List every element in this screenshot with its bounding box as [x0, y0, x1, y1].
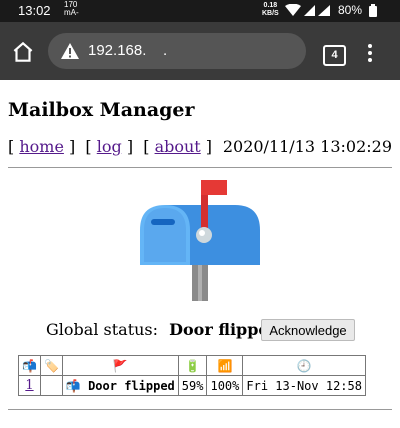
- nav-log-link[interactable]: log: [97, 137, 122, 156]
- table-header-row: 📬 🏷️ 🚩 🔋 📶 🕘: [18, 355, 366, 376]
- battery-header-icon: 🔋: [177, 355, 208, 376]
- tab-switcher-button[interactable]: 4: [323, 45, 346, 66]
- network-speed: 0.18 KB/S: [262, 2, 279, 18]
- charging-current-unit: mA-: [64, 8, 79, 17]
- menu-icon[interactable]: [365, 42, 375, 64]
- signal-header-icon: 📶: [206, 355, 244, 376]
- device-id-link[interactable]: 1: [25, 378, 33, 393]
- flag-header-icon: 🚩: [61, 355, 179, 376]
- device-battery-cell: 59%: [177, 375, 208, 396]
- network-speed-value: 0.18: [263, 2, 278, 9]
- device-id-cell: 1: [18, 375, 41, 396]
- browser-toolbar: 192.168. . 4: [0, 22, 400, 80]
- status-time: 13:02: [18, 3, 51, 18]
- address-bar[interactable]: 192.168. .: [48, 33, 306, 69]
- divider: [8, 167, 392, 168]
- device-signal-cell: 100%: [206, 375, 244, 396]
- tag-header-icon: 🏷️: [39, 355, 63, 376]
- device-time-cell: Fri 13-Nov 12:58: [242, 375, 366, 396]
- global-status-label: Global status:: [46, 320, 159, 339]
- home-icon[interactable]: [10, 39, 36, 65]
- status-bar: 13:02 170 mA- 0.18 KB/S 80%: [0, 0, 400, 22]
- warning-icon[interactable]: [60, 42, 80, 65]
- nav-home-link[interactable]: home: [19, 137, 64, 156]
- device-tag-cell: [39, 375, 63, 396]
- mailbox-icon: [135, 175, 265, 305]
- wifi-icon: [285, 3, 301, 16]
- signal-icons: [285, 3, 335, 22]
- url-text[interactable]: 192.168. .: [88, 42, 167, 59]
- nav-about-link[interactable]: about: [155, 137, 201, 156]
- mailbox-header-icon: 📬: [18, 355, 41, 376]
- page-title: Mailbox Manager: [8, 99, 195, 121]
- battery-percent: 80%: [338, 3, 363, 17]
- cell-signal-icon: [304, 5, 315, 16]
- table-row: 1 📬 Door flipped 59% 100% Fri 13-Nov 12:…: [18, 375, 366, 396]
- acknowledge-button[interactable]: Acknowledge: [261, 319, 355, 341]
- network-speed-unit: KB/S: [262, 10, 279, 17]
- divider-bottom: [8, 409, 392, 410]
- nav-links: [ home ] [ log ] [ about ]: [8, 137, 213, 156]
- device-status-cell: 📬 Door flipped: [61, 375, 179, 396]
- battery-icon: [369, 4, 377, 22]
- devices-table: 📬 🏷️ 🚩 🔋 📶 🕘 1 📬 Door flipped 59% 100% F…: [18, 355, 366, 396]
- clock-header-icon: 🕘: [242, 355, 366, 376]
- global-status: Global status: Door flipped: [46, 320, 280, 339]
- cell-signal-2-icon: [318, 5, 330, 16]
- current-datetime: 2020/11/13 13:02:29: [222, 137, 392, 156]
- charging-current: 170 mA-: [64, 1, 79, 17]
